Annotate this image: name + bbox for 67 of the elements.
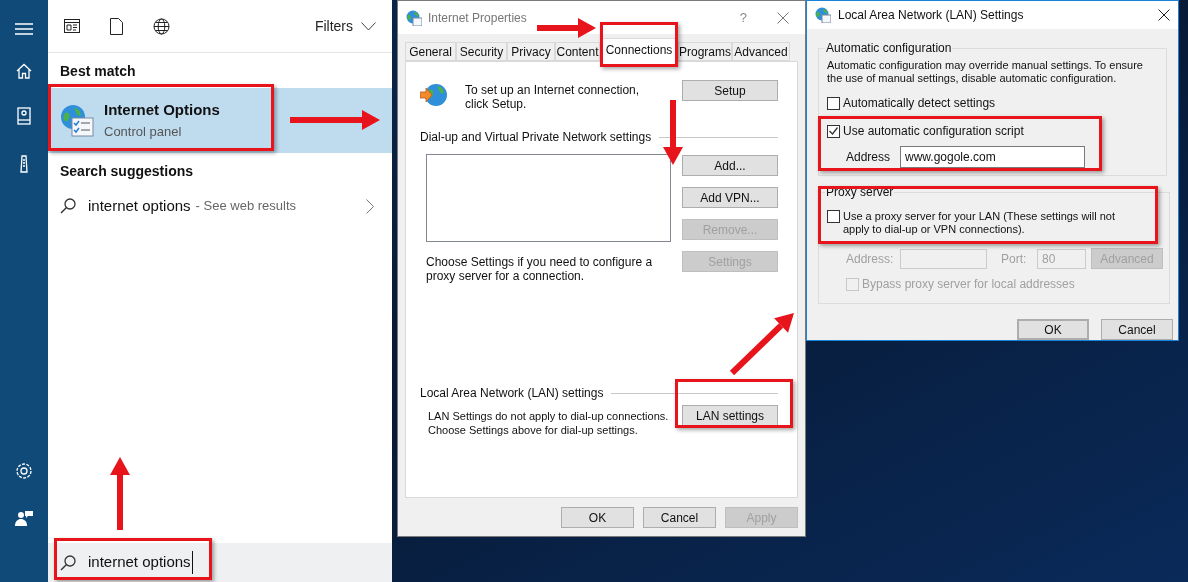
suggestion-query: internet options — [88, 195, 191, 216]
section-heading: Search suggestions — [59, 162, 195, 181]
dialog-button[interactable]: Add... — [682, 155, 778, 176]
tab[interactable]: Security — [456, 42, 507, 61]
home-icon[interactable] — [16, 63, 32, 79]
globe-checklist-icon — [60, 103, 94, 138]
dialog-button[interactable]: Cancel — [643, 507, 716, 528]
tab[interactable]: Privacy — [507, 42, 555, 61]
search-text: internet options — [88, 551, 193, 574]
dialog-button[interactable]: OK — [1017, 319, 1089, 340]
dialog-button[interactable]: Cancel — [1101, 319, 1173, 340]
window-title: Local Area Network (LAN) Settings — [838, 7, 1024, 24]
filters-button[interactable]: Filters — [314, 15, 376, 37]
group-label: Automatic configuration — [825, 40, 953, 57]
checkbox[interactable] — [827, 210, 840, 223]
chevron-right-icon — [366, 198, 374, 214]
checkbox[interactable] — [827, 96, 840, 110]
suggestion-hint: - See web results — [195, 197, 296, 216]
search-icon — [60, 554, 76, 571]
check-icon — [829, 127, 838, 135]
connection-list[interactable] — [426, 154, 671, 242]
dialog-button[interactable]: Setup — [682, 80, 778, 101]
checkbox-label: Automatically detect settings — [843, 95, 996, 112]
section-heading: Best match — [59, 62, 137, 81]
tower-icon[interactable] — [19, 155, 29, 173]
chevron-down-icon — [361, 21, 376, 31]
tab[interactable]: General — [405, 42, 456, 61]
section-heading: Dial-up and Virtual Private Network settings — [420, 129, 652, 146]
section-heading: Local Area Network (LAN) settings — [420, 385, 604, 402]
result-title: Internet Options — [104, 99, 220, 120]
checkbox-label: Use automatic configuration script — [843, 123, 1024, 140]
address-field[interactable]: www.gogole.com — [900, 146, 1085, 168]
feedback-icon[interactable] — [15, 510, 33, 526]
checkbox-label: Bypass proxy server for local addresses — [862, 276, 1075, 293]
lan-note: Choose Settings above for dial-up settings. — [428, 423, 639, 437]
window-title: Internet Properties — [428, 9, 527, 27]
field-label: Address: — [846, 250, 895, 268]
news-icon[interactable] — [64, 19, 80, 33]
settings-icon[interactable] — [15, 462, 33, 480]
globe-icon[interactable] — [153, 17, 170, 35]
lan-note: LAN Settings do not apply to dial-up connections. — [428, 409, 669, 423]
suggestion-item[interactable]: internet options - See web results — [48, 194, 392, 218]
close-icon[interactable] — [1158, 9, 1170, 21]
globe-arrow-icon — [420, 82, 448, 108]
dialog-button[interactable]: OK — [561, 507, 634, 528]
result-subtitle: Control panel — [104, 122, 183, 141]
notebook-icon[interactable] — [17, 107, 31, 125]
globe-icon — [406, 9, 422, 26]
proxy-text: Choose Settings if you need to configure a proxy server for a connection. — [426, 255, 654, 283]
tab[interactable]: Content — [555, 42, 600, 61]
checkbox[interactable] — [827, 124, 840, 138]
search-result[interactable]: Internet Options Control panel — [48, 88, 392, 153]
globe-icon — [815, 7, 831, 23]
field-label: Port: — [1001, 250, 1028, 268]
search-box[interactable]: internet options — [48, 543, 392, 582]
field-label: Address — [846, 149, 892, 166]
dialog-button[interactable]: Add VPN... — [682, 187, 778, 208]
group-description: Automatic configuration may override manual settings. To ensure the use of manual settings, disable automatic configuration. — [827, 59, 1144, 85]
setup-text: To set up an Internet connection, click Setup. — [465, 83, 641, 111]
tab[interactable]: Programs — [678, 42, 732, 61]
help-button[interactable]: ? — [739, 7, 747, 28]
menu-icon[interactable] — [15, 22, 33, 36]
dialog-button[interactable]: LAN settings — [682, 405, 778, 426]
checkbox-label: Use a proxy server for your LAN (These settings will not apply to dial-up or VPN connections). — [843, 210, 1117, 236]
tab[interactable]: Advanced — [732, 42, 790, 61]
document-icon[interactable] — [110, 17, 123, 35]
search-icon — [60, 198, 76, 214]
